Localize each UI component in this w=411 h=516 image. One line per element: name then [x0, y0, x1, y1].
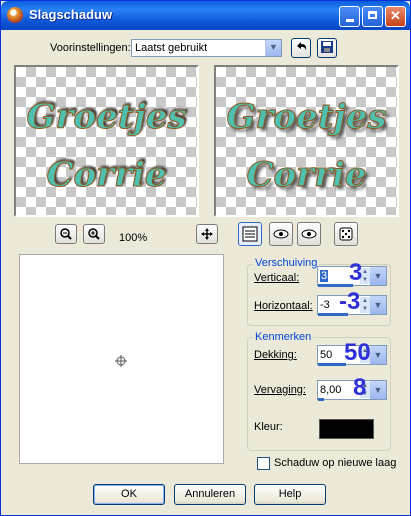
- result-text-line1: Groetjes: [226, 97, 387, 138]
- properties-group-title: Kenmerken: [253, 331, 314, 343]
- dialog-window: Slagschaduw ✕ Voorinstellingen: Laatst g…: [0, 0, 411, 516]
- shadow-direction-pad[interactable]: [19, 254, 224, 464]
- horizontal-annotation: -3: [339, 288, 361, 315]
- original-preview: Groetjes Corrie: [14, 65, 199, 217]
- color-swatch[interactable]: [319, 419, 374, 439]
- cancel-button[interactable]: Annuleren: [174, 484, 246, 505]
- randomize-button[interactable]: [334, 222, 358, 246]
- list-view-icon: [242, 226, 258, 242]
- eye-icon: [301, 229, 317, 239]
- save-preset-button[interactable]: [317, 38, 337, 58]
- minimize-button[interactable]: [339, 6, 360, 27]
- close-button[interactable]: ✕: [385, 6, 406, 27]
- chevron-down-icon[interactable]: ▼: [370, 346, 386, 364]
- horizontal-label: Horizontaal:: [254, 300, 313, 312]
- minimize-icon: [345, 19, 354, 22]
- eye-pointer-icon: [273, 229, 289, 239]
- dice-icon: [339, 227, 353, 241]
- app-icon: [7, 7, 23, 23]
- ok-button[interactable]: OK: [93, 484, 165, 505]
- vertical-value[interactable]: 3: [320, 270, 329, 282]
- zoom-in-button[interactable]: [83, 224, 105, 244]
- zoom-out-icon: [60, 228, 72, 240]
- vertical-slider[interactable]: [318, 284, 353, 287]
- move-crosshair-icon: [201, 228, 213, 240]
- reset-preset-button[interactable]: [291, 38, 311, 58]
- help-button[interactable]: Help: [254, 484, 326, 505]
- new-layer-label: Schaduw op nieuwe laag: [274, 457, 397, 469]
- horizontal-spinner[interactable]: ▲ ▼: [360, 297, 370, 313]
- chevron-down-icon[interactable]: ▼: [370, 296, 386, 314]
- blur-value[interactable]: 8,00: [320, 384, 341, 396]
- opacity-annotation: 50: [344, 339, 371, 366]
- horizontal-value[interactable]: -3: [320, 299, 330, 311]
- blur-field[interactable]: 8,00 ▲ ▼ ▼: [317, 380, 387, 401]
- blur-annotation: 8: [353, 374, 367, 401]
- pan-button[interactable]: [196, 224, 218, 244]
- offset-group-title: Verschuiving: [253, 257, 320, 269]
- zoom-level: 100%: [119, 232, 148, 244]
- opacity-slider[interactable]: [318, 363, 346, 366]
- chevron-down-icon[interactable]: ▼: [370, 267, 386, 285]
- chevron-down-icon[interactable]: ▼: [370, 381, 386, 399]
- zoom-out-button[interactable]: [55, 224, 77, 244]
- eye-toggle-button[interactable]: [297, 222, 321, 246]
- preview-toggle-button[interactable]: [238, 222, 262, 246]
- undo-arrow-icon: [297, 42, 307, 50]
- presets-dropdown[interactable]: Laatst gebruikt ▼: [131, 39, 282, 57]
- result-text-line2: Corrie: [246, 155, 367, 196]
- vertical-annotation: 3: [349, 259, 363, 286]
- color-label: Kleur:: [254, 421, 283, 433]
- new-layer-checkbox[interactable]: [257, 457, 270, 470]
- eye-preview-button[interactable]: [269, 222, 293, 246]
- vertical-label: Verticaal:: [254, 272, 300, 284]
- presets-label: Voorinstellingen:: [50, 42, 131, 54]
- presets-value: Laatst gebruikt: [135, 42, 208, 54]
- result-preview: Groetjes Corrie: [214, 65, 399, 217]
- opacity-value[interactable]: 50: [320, 349, 332, 361]
- shadow-handle-icon[interactable]: [113, 353, 129, 369]
- title-bar[interactable]: Slagschaduw ✕: [1, 1, 410, 30]
- zoom-in-icon: [88, 228, 100, 240]
- preview-text-line1: Groetjes: [26, 97, 187, 138]
- maximize-button[interactable]: [362, 6, 383, 27]
- floppy-disk-icon: [321, 41, 333, 53]
- window-title: Slagschaduw: [29, 7, 113, 22]
- preview-text-line2: Corrie: [46, 155, 167, 196]
- opacity-label: Dekking:: [254, 349, 297, 361]
- blur-label: Vervaging:: [254, 384, 306, 396]
- chevron-down-icon[interactable]: ▼: [265, 40, 281, 56]
- maximize-icon: [368, 11, 377, 19]
- blur-slider[interactable]: [318, 398, 324, 401]
